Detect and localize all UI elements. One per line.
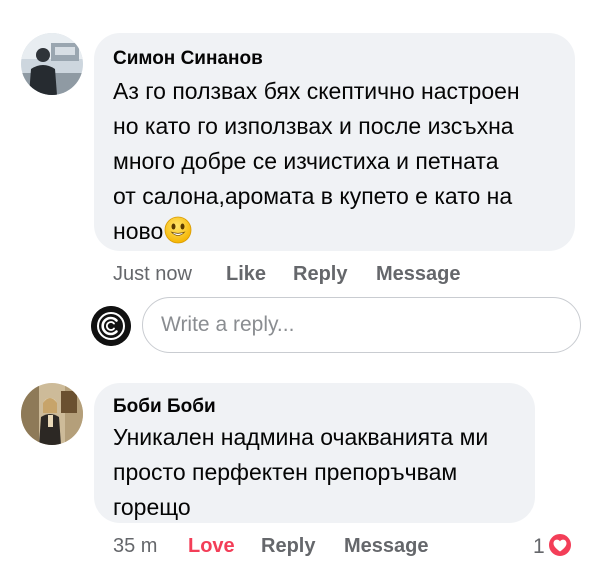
- comment-text: Уникален надмина очакванията ми просто п…: [113, 420, 488, 525]
- comment-timestamp[interactable]: Just now: [113, 263, 192, 286]
- reply-button[interactable]: Reply: [261, 535, 315, 558]
- comment-text: Аз го ползвах бях скептично настроен но …: [113, 74, 520, 254]
- comment-author[interactable]: Боби Боби: [113, 396, 216, 418]
- smiling-face-emoji: [164, 216, 192, 254]
- comment-text-line-last: ново: [113, 214, 520, 254]
- comment-actions: Just now Like Reply Message: [113, 263, 513, 287]
- reply-input[interactable]: [161, 310, 561, 340]
- commenter-avatar[interactable]: [21, 33, 83, 95]
- comment-text-line: но като го използвах и после изсъхна: [113, 113, 514, 139]
- comment-actions: 35 m Love Reply Message: [113, 535, 513, 559]
- comment-author[interactable]: Симон Синанов: [113, 48, 263, 70]
- comment-text-line: от салона,аромата в купето е като на: [113, 183, 513, 209]
- message-button[interactable]: Message: [344, 535, 429, 558]
- comment-text-word: ново: [113, 218, 164, 244]
- comment-bubble: Симон Синанов Аз го ползвах бях скептичн…: [94, 33, 575, 251]
- like-button[interactable]: Like: [226, 263, 266, 286]
- current-user-avatar[interactable]: [91, 306, 131, 346]
- brand-logo-icon: [91, 306, 131, 346]
- heart-icon: [546, 532, 573, 558]
- reaction-summary[interactable]: 1: [533, 532, 573, 559]
- love-button[interactable]: Love: [188, 535, 235, 558]
- comment-text-line: горещо: [113, 494, 191, 520]
- message-button[interactable]: Message: [376, 263, 461, 286]
- comment-bubble: Боби Боби Уникален надмина очакванията м…: [94, 383, 535, 523]
- comment-text-line: Аз го ползвах бях скептично настроен: [113, 78, 520, 104]
- commenter-avatar[interactable]: [21, 383, 83, 445]
- comment-text-line: Уникален надмина очакванията ми: [113, 424, 489, 450]
- reaction-count: 1: [533, 535, 545, 558]
- comment-text-line: много добре се изчистиха и петната: [113, 148, 499, 174]
- comment-text-line: просто перфектен препоръчвам: [113, 459, 458, 485]
- comment-timestamp[interactable]: 35 m: [113, 535, 157, 558]
- reply-button[interactable]: Reply: [293, 263, 347, 286]
- reply-input-box[interactable]: [142, 297, 581, 353]
